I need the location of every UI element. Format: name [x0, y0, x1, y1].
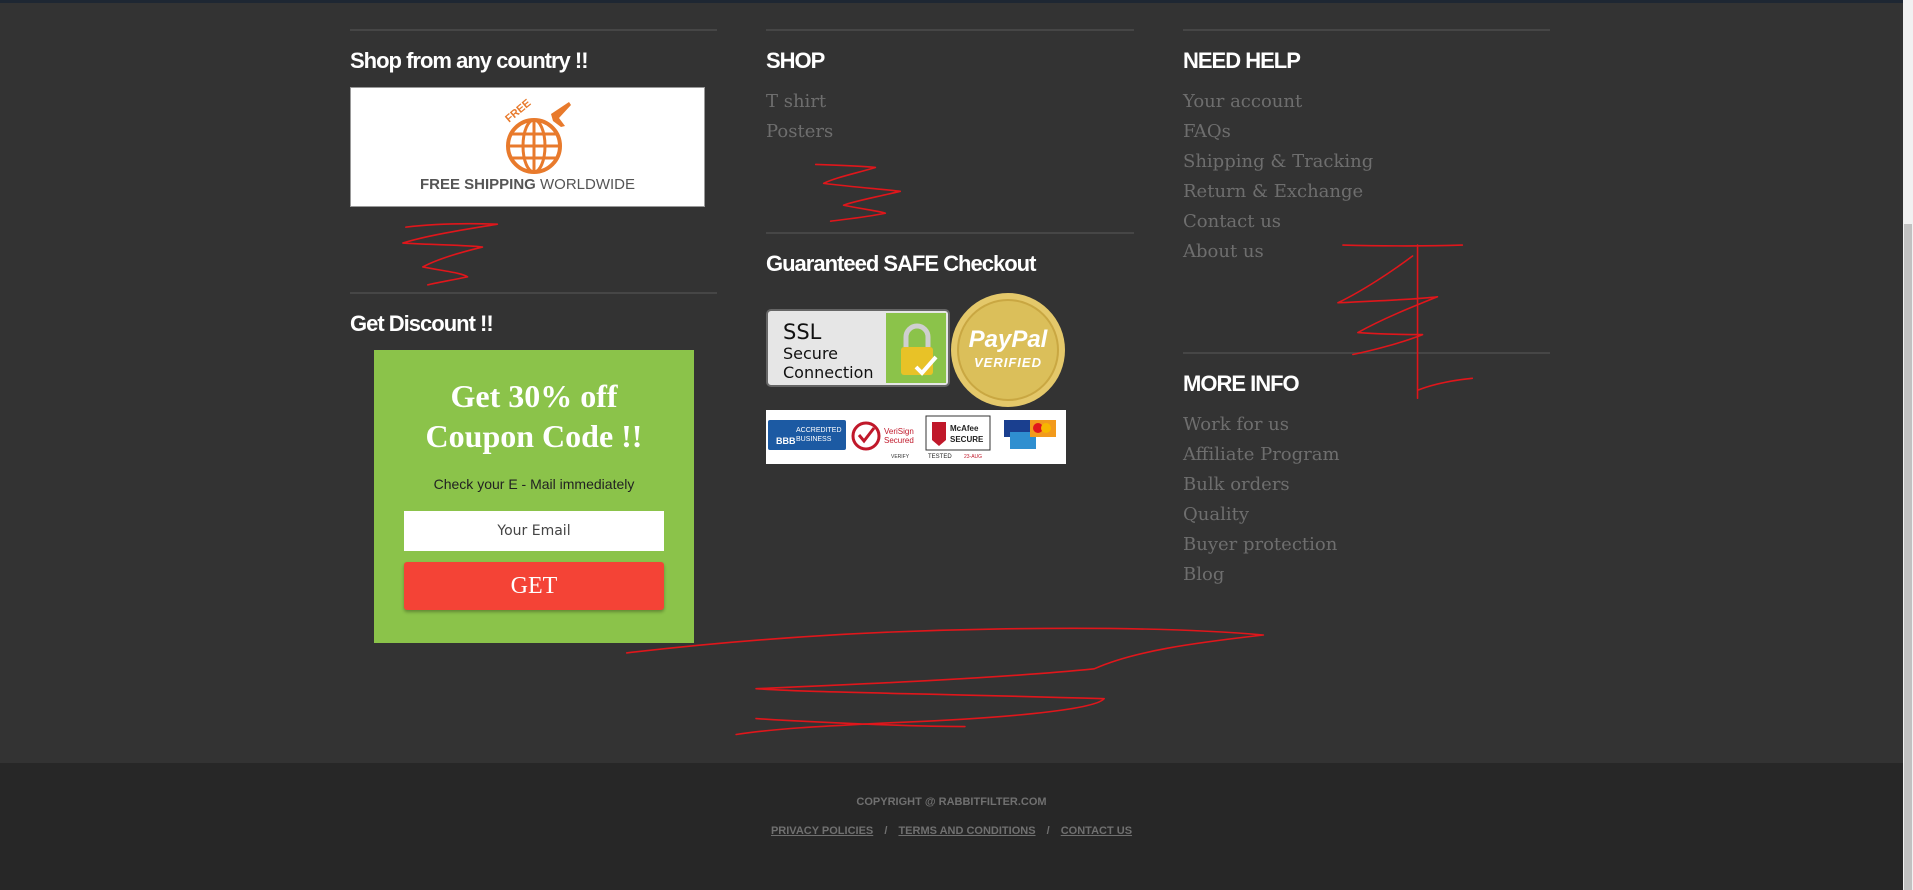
ssl-secure-badge: SSL Secure Connection — [766, 309, 950, 387]
verisign-text: VeriSign — [884, 427, 914, 436]
help-link-contact-us[interactable]: Contact us — [1183, 207, 1550, 237]
shop-link-tshirt[interactable]: T shirt — [766, 87, 1134, 117]
discount-heading: Get Discount !! — [350, 311, 494, 336]
shop-heading: SHOP — [766, 48, 825, 73]
shop-link-posters[interactable]: Posters — [766, 117, 1134, 147]
shop-links: T shirt Posters — [766, 87, 1134, 147]
verisign-verify-text: VERIFY — [891, 454, 910, 460]
paypal-text: PayPal — [969, 326, 1049, 353]
verisign-secured-text: Secured — [884, 436, 914, 445]
discount-title-line1: Get 30% off — [450, 378, 618, 414]
mcafee-date-text: 23-AUG — [964, 454, 982, 460]
divider — [350, 292, 717, 294]
free-shipping-banner: FREE FREE SHIPPING WORLDWIDE — [350, 87, 705, 207]
paypal-verified-seal: PayPal VERIFIED — [951, 293, 1065, 407]
help-link-faqs[interactable]: FAQs — [1183, 117, 1550, 147]
divider — [766, 232, 1134, 234]
help-link-shipping-tracking[interactable]: Shipping & Tracking — [1183, 147, 1550, 177]
email-input[interactable] — [404, 511, 664, 551]
bbb-business-text: BUSINESS — [796, 436, 832, 443]
divider — [1183, 29, 1550, 31]
terms-conditions-link[interactable]: TERMS AND CONDITIONS — [898, 825, 1035, 837]
legal-links: PRIVACY POLICIES / TERMS AND CONDITIONS … — [0, 825, 1903, 837]
info-link-affiliate-program[interactable]: Affiliate Program — [1183, 440, 1550, 470]
checkout-heading: Guaranteed SAFE Checkout — [766, 251, 1036, 276]
discount-subtitle: Check your E - Mail immediately — [433, 476, 635, 492]
globe-plane-icon: FREE — [503, 98, 571, 174]
ssl-text: SSL — [783, 320, 822, 344]
contact-us-link[interactable]: CONTACT US — [1061, 825, 1132, 837]
help-link-return-exchange[interactable]: Return & Exchange — [1183, 177, 1550, 207]
trust-badges-strip: BBB ACCREDITED BUSINESS VeriSign Secured… — [766, 410, 1066, 464]
link-separator: / — [884, 825, 888, 837]
bbb-badge: BBB ACCREDITED BUSINESS — [768, 420, 846, 450]
free-shipping-rest: WORLDWIDE — [535, 176, 636, 193]
info-link-work-for-us[interactable]: Work for us — [1183, 410, 1550, 440]
info-link-quality[interactable]: Quality — [1183, 500, 1550, 530]
footer-bottom-bar: COPYRIGHT @ RABBITFILTER.COM PRIVACY POL… — [0, 763, 1903, 890]
copyright-text: COPYRIGHT @ RABBITFILTER.COM — [856, 796, 1047, 808]
divider — [1183, 352, 1550, 354]
mcafee-secure-text: SECURE — [950, 435, 984, 444]
discount-signup-box: Get 30% off Coupon Code !! Check your E … — [374, 350, 694, 643]
info-link-bulk-orders[interactable]: Bulk orders — [1183, 470, 1550, 500]
page-scrollbar[interactable] — [1903, 0, 1913, 890]
footer-main: Shop from any country !! FREE FREE SHIPP… — [0, 3, 1903, 763]
paypal-verified-text: VERIFIED — [974, 355, 1042, 370]
discount-title-line2: Coupon Code !! — [425, 418, 643, 454]
ssl-secure-text: Secure — [783, 344, 838, 363]
discount-title: Get 30% off Coupon Code !! — [374, 376, 694, 456]
mcafee-text: McAfee — [950, 424, 979, 433]
help-link-your-account[interactable]: Your account — [1183, 87, 1550, 117]
link-separator: / — [1046, 825, 1050, 837]
get-coupon-button[interactable]: GET — [404, 562, 664, 610]
help-link-about-us[interactable]: About us — [1183, 237, 1550, 267]
more-info-heading: MORE INFO — [1183, 371, 1300, 396]
more-info-links: Work for us Affiliate Program Bulk order… — [1183, 410, 1550, 590]
need-help-links: Your account FAQs Shipping & Tracking Re… — [1183, 87, 1550, 267]
privacy-policies-link[interactable]: PRIVACY POLICIES — [771, 825, 873, 837]
bbb-accredited-text: ACCREDITED — [796, 427, 842, 434]
free-shipping-bold: FREE SHIPPING — [419, 176, 536, 193]
mcafee-tested-text: TESTED — [928, 454, 952, 460]
need-help-heading: NEED HELP — [1183, 48, 1301, 73]
divider — [350, 29, 717, 31]
shipping-heading: Shop from any country !! — [350, 48, 589, 73]
info-link-buyer-protection[interactable]: Buyer protection — [1183, 530, 1550, 560]
free-shipping-text: FREE SHIPPING WORLDWIDE — [351, 176, 704, 193]
bbb-logo-text: BBB — [776, 436, 796, 446]
info-link-blog[interactable]: Blog — [1183, 560, 1550, 590]
ssl-connection-text: Connection — [783, 363, 874, 382]
scrollbar-thumb[interactable] — [1904, 224, 1912, 890]
divider — [766, 29, 1134, 31]
